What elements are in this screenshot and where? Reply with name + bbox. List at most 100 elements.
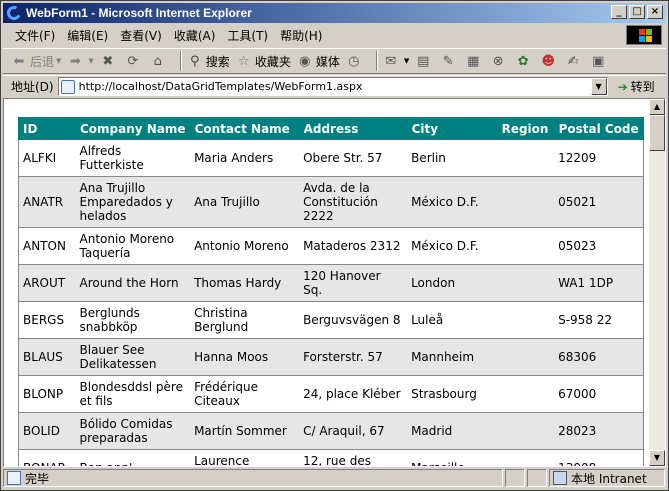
table-row: BLAUS Blauer See Delikatessen Hanna Moos… (18, 338, 644, 376)
security-zone: 本地 Intranet (571, 471, 647, 486)
home-icon: ⌂ (153, 53, 162, 69)
cell-contact: Thomas Hardy (190, 264, 300, 302)
cell-contact: Martín Sommer (190, 412, 300, 450)
standard-toolbar: ⬅ 后退 ▼ ➡ ▼ ✖ ⟳ ⌂ ⚲ 搜索 ☆ 收藏夹 ◉ 媒体 ◷ ✉ ▼ ▤… (3, 48, 666, 74)
menu-file[interactable]: 文件(F) (3, 27, 61, 44)
cell-id: BLONP (18, 375, 76, 413)
cell-region (497, 176, 555, 228)
menu-edit[interactable]: 编辑(E) (61, 27, 114, 44)
stop-icon: ✖ (102, 53, 114, 69)
toolbar-separator (375, 51, 378, 71)
cell-city: London (407, 264, 498, 302)
status-pane (505, 469, 525, 487)
cell-region (497, 227, 555, 265)
search-label: 搜索 (205, 54, 230, 69)
globe-button[interactable]: ✿ (515, 53, 534, 69)
table-row: BLONP Blondesddsl père et fils Frédériqu… (18, 375, 644, 413)
go-label: 转到 (630, 80, 655, 94)
cell-address: Forsterstr. 57 (299, 338, 408, 376)
table-row: AROUT Around the Horn Thomas Hardy 120 H… (18, 264, 644, 302)
cell-region (497, 139, 555, 177)
block-button[interactable]: ⊗ (490, 53, 509, 69)
ie-logo-icon (5, 4, 23, 22)
page-content: ID Company Name Contact Name Address Cit… (3, 98, 666, 467)
mail-button[interactable]: ✉ ▼ (383, 53, 409, 69)
table-row: ANATR Ana Trujillo Emparedados y helados… (18, 176, 644, 228)
header-region: Region (496, 117, 555, 140)
cell-city: Mannheim (407, 338, 498, 376)
address-bar: 地址(D) http://localhost/DataGridTemplates… (3, 75, 666, 97)
cell-id: ALFKI (18, 139, 76, 177)
calculator-icon: ▣ (592, 53, 605, 69)
scroll-thumb[interactable] (649, 115, 665, 151)
cell-contact: Laurence Lebihan (190, 449, 300, 466)
header-contact-name: Contact Name (189, 117, 300, 140)
cell-contact: Maria Anders (190, 139, 300, 177)
cell-company: Antonio Moreno Taquería (75, 227, 191, 265)
menu-help[interactable]: 帮助(H) (274, 27, 328, 44)
cell-contact: Hanna Moos (190, 338, 300, 376)
close-button[interactable]: × (647, 5, 663, 19)
cell-region (497, 301, 555, 339)
edit-button[interactable]: ✎ (440, 53, 459, 69)
search-button[interactable]: ⚲ 搜索 (187, 53, 230, 70)
menu-view[interactable]: 查看(V) (114, 27, 168, 44)
media-button[interactable]: ◉ 媒体 (297, 53, 340, 70)
discuss-button[interactable]: ▦ (465, 53, 484, 69)
cell-city: México D.F. (407, 176, 498, 228)
address-dropdown-button[interactable]: ▼ (590, 78, 607, 95)
page-done-icon (7, 471, 21, 485)
media-icon: ◉ (299, 53, 311, 69)
favorites-button[interactable]: ☆ 收藏夹 (236, 53, 291, 70)
minimize-button[interactable]: _ (611, 5, 627, 19)
print-icon: ▤ (417, 53, 430, 69)
grid-header-row: ID Company Name Contact Name Address Cit… (18, 117, 644, 140)
calculator-button[interactable]: ▣ (590, 53, 609, 69)
vertical-scrollbar[interactable]: ▲ ▼ (649, 99, 665, 466)
messenger-icon: ☻ (541, 53, 556, 69)
scroll-down-button[interactable]: ▼ (649, 450, 665, 466)
stop-button[interactable]: ✖ (100, 53, 119, 69)
forward-arrow-icon: ➡ (69, 53, 81, 69)
cell-address: Obere Str. 57 (299, 139, 408, 177)
back-button[interactable]: ⬅ 后退 ▼ (11, 53, 62, 70)
cell-city: México D.F. (407, 227, 498, 265)
globe-icon: ✿ (517, 53, 529, 69)
dropdown-arrow-icon: ▼ (403, 57, 410, 65)
back-arrow-icon: ⬅ (13, 53, 25, 69)
edit-icon: ✎ (442, 53, 454, 69)
customers-datagrid: ID Company Name Contact Name Address Cit… (18, 117, 644, 466)
address-input[interactable]: http://localhost/DataGridTemplates/WebFo… (57, 77, 608, 96)
cell-postal: S-958 22 (554, 301, 644, 339)
cell-postal: 68306 (554, 338, 644, 376)
cell-company: Blauer See Delikatessen (75, 338, 191, 376)
home-button[interactable]: ⌂ (150, 53, 169, 69)
cell-address: C/ Araquil, 67 (299, 412, 408, 450)
cell-company: Blondesddsl père et fils (75, 375, 191, 413)
status-pane (527, 469, 547, 487)
cell-postal: 13008 (554, 449, 644, 466)
print-button[interactable]: ▤ (415, 53, 434, 69)
menu-tools[interactable]: 工具(T) (221, 27, 274, 44)
history-button[interactable]: ◷ (346, 53, 365, 69)
toolbar-separator (179, 51, 182, 71)
menu-bar: 文件(F) 编辑(E) 查看(V) 收藏(A) 工具(T) 帮助(H) (3, 24, 666, 46)
maximize-button[interactable]: □ (629, 5, 645, 19)
menu-favorites[interactable]: 收藏(A) (168, 27, 222, 44)
cell-address: 120 Hanover Sq. (299, 264, 408, 302)
translate-button[interactable]: ✍ (565, 53, 584, 69)
cell-postal: 05021 (554, 176, 644, 228)
forward-button[interactable]: ➡ ▼ (67, 53, 94, 69)
cell-contact: Antonio Moreno (190, 227, 300, 265)
refresh-button[interactable]: ⟳ (125, 53, 144, 69)
cell-contact: Ana Trujillo (190, 176, 300, 228)
cell-company: Around the Horn (75, 264, 191, 302)
go-arrow-icon: ➔ (617, 79, 628, 94)
cell-region (497, 375, 555, 413)
go-button[interactable]: ➔ 转到 (618, 78, 655, 95)
messenger-button[interactable]: ☻ (540, 53, 559, 69)
cell-address: 12, rue des Bouchers (299, 449, 408, 466)
scroll-up-button[interactable]: ▲ (649, 99, 665, 115)
cell-company: Bon app' (75, 449, 191, 466)
address-label: 地址(D) (11, 80, 54, 94)
